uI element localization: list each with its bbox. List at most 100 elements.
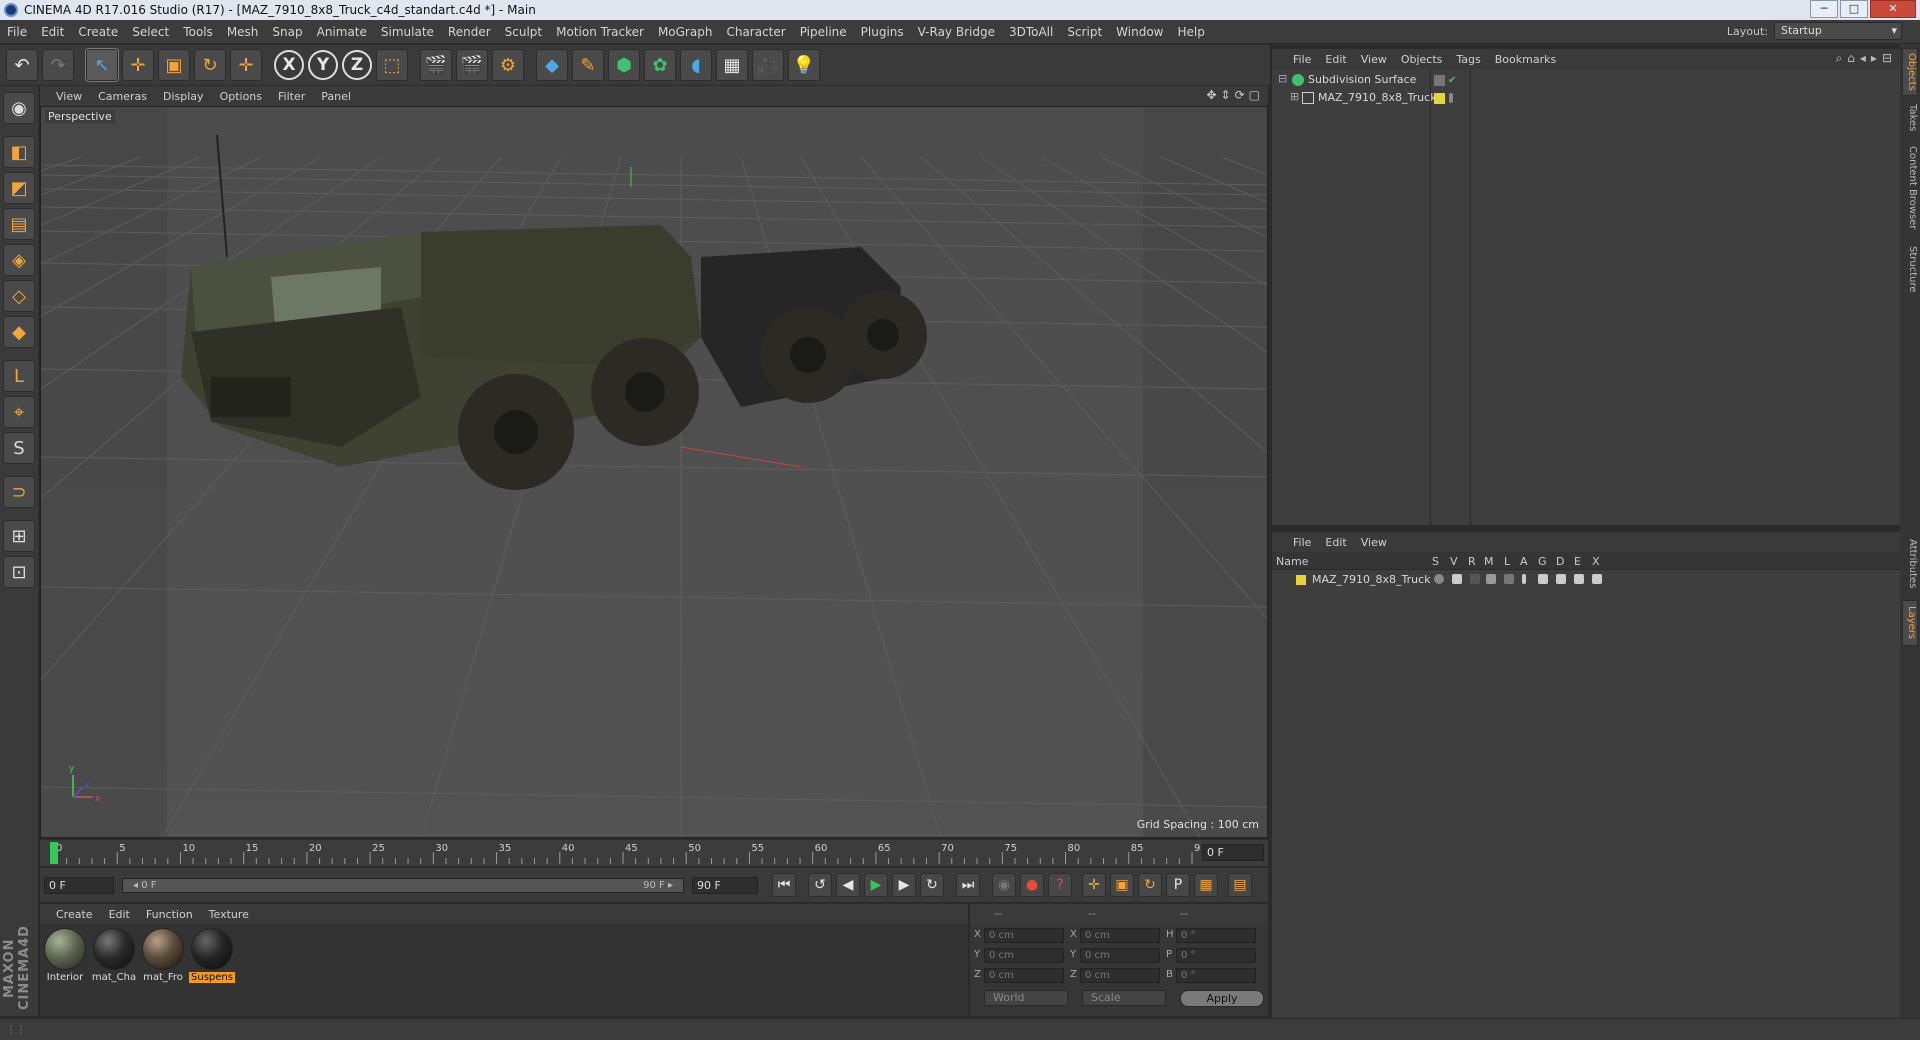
planar-workplane-icon[interactable]: ⊡ xyxy=(3,556,35,588)
floor-icon[interactable]: ▦ xyxy=(716,49,748,81)
column-xref[interactable]: X xyxy=(1592,555,1600,568)
key-scale-icon[interactable]: ▣ xyxy=(1110,873,1134,897)
redo-icon[interactable]: ↷ xyxy=(42,49,74,81)
new-view-icon[interactable]: ⊟ xyxy=(1882,51,1892,66)
start-frame-field[interactable]: 0 F xyxy=(44,876,114,894)
close-button[interactable]: ✕ xyxy=(1870,0,1916,18)
texture-mode-icon[interactable]: ◩ xyxy=(3,172,35,204)
pen-spline-icon[interactable]: ✎ xyxy=(572,49,604,81)
search-icon[interactable]: ⌕ xyxy=(1836,51,1843,66)
size-y-field[interactable]: 0 cm xyxy=(1080,948,1160,963)
menu-select[interactable]: Select xyxy=(125,25,176,39)
objects-menu-tags[interactable]: Tags xyxy=(1449,53,1487,66)
layer-row[interactable]: MAZ_7910_8x8_Truck xyxy=(1272,572,1900,588)
expression-icon[interactable] xyxy=(1574,574,1584,584)
lock-workplane-icon[interactable]: ⊞ xyxy=(3,520,35,552)
visibility-dots-icon[interactable] xyxy=(1449,93,1453,103)
material-swatch[interactable]: Suspens xyxy=(189,928,235,988)
column-locked[interactable]: L xyxy=(1504,555,1510,568)
undo-icon[interactable]: ↶ xyxy=(6,49,38,81)
menu-character[interactable]: Character xyxy=(719,25,792,39)
snap-icon[interactable]: ⊃ xyxy=(3,476,35,508)
menu-plugins[interactable]: Plugins xyxy=(854,25,911,39)
next-frame-icon[interactable]: ▶ xyxy=(892,873,916,897)
menu-pipeline[interactable]: Pipeline xyxy=(793,25,854,39)
menu-mograph[interactable]: MoGraph xyxy=(651,25,720,39)
light-icon[interactable]: 💡 xyxy=(788,49,820,81)
edges-mode-icon[interactable]: ◇ xyxy=(3,280,35,312)
end-frame-field[interactable]: 90 F xyxy=(692,876,758,894)
minimize-button[interactable]: ─ xyxy=(1810,0,1838,18)
render-to-picture-viewer-icon[interactable]: 🎬 xyxy=(456,49,488,81)
tab-attributes[interactable]: Attributes xyxy=(1902,534,1918,594)
position-y-field[interactable]: 0 cm xyxy=(984,948,1064,963)
home-icon[interactable]: ⌂ xyxy=(1847,51,1855,66)
render-settings-icon[interactable]: ⚙ xyxy=(492,49,524,81)
render-view-icon[interactable]: 🎬 xyxy=(420,49,452,81)
key-parameter-icon[interactable]: P xyxy=(1166,873,1190,897)
column-render[interactable]: R xyxy=(1468,555,1476,568)
column-view[interactable]: V xyxy=(1450,555,1458,568)
object-row-subdivision-surface[interactable]: ⊟ Subdivision Surface ✔ xyxy=(1272,71,1900,89)
xref-icon[interactable] xyxy=(1592,574,1602,584)
column-name[interactable]: Name xyxy=(1276,555,1308,568)
next-key-icon[interactable]: ↻ xyxy=(920,873,944,897)
tweak-mode-icon[interactable]: ⌖ xyxy=(3,396,35,428)
viewport-menu-cameras[interactable]: Cameras xyxy=(90,90,155,103)
menu-sculpt[interactable]: Sculpt xyxy=(498,25,549,39)
layers-menu-file[interactable]: File xyxy=(1286,536,1318,549)
maximize-button[interactable]: □ xyxy=(1840,0,1868,18)
viewport-menu-filter[interactable]: Filter xyxy=(270,90,313,103)
axis-mode-icon[interactable]: L xyxy=(3,360,35,392)
camera-icon[interactable]: 🎥 xyxy=(752,49,784,81)
layer-color-swatch[interactable] xyxy=(1296,575,1306,585)
tab-takes[interactable]: Takes xyxy=(1902,102,1918,134)
viewport-move-icon[interactable]: ✥ xyxy=(1206,88,1216,102)
menu-edit[interactable]: Edit xyxy=(34,25,71,39)
menu-simulate[interactable]: Simulate xyxy=(374,25,441,39)
expand-icon[interactable]: ⊞ xyxy=(1290,90,1299,103)
collapse-icon[interactable]: ⊟ xyxy=(1278,72,1287,85)
solo-icon[interactable]: S xyxy=(3,432,35,464)
viewport-menu-display[interactable]: Display xyxy=(155,90,212,103)
recent-tool-icon[interactable]: ✛ xyxy=(230,49,262,81)
animation-icon[interactable] xyxy=(1522,574,1526,584)
auto-keying-icon[interactable]: ● xyxy=(1020,873,1044,897)
rotate-icon[interactable]: ↻ xyxy=(194,49,226,81)
editor-visibility-icon[interactable] xyxy=(1434,75,1445,86)
column-generators[interactable]: G xyxy=(1538,555,1547,568)
menu-script[interactable]: Script xyxy=(1060,25,1109,39)
menu-motion-tracker[interactable]: Motion Tracker xyxy=(549,25,651,39)
viewport-camera-label[interactable]: Perspective xyxy=(45,110,115,123)
layer-color-icon[interactable] xyxy=(1434,93,1445,104)
rotation-h-field[interactable]: 0 ° xyxy=(1176,928,1256,943)
column-expressions[interactable]: E xyxy=(1574,555,1581,568)
manager-icon[interactable] xyxy=(1486,574,1496,584)
menu-vray-bridge[interactable]: V-Ray Bridge xyxy=(911,25,1002,39)
viewport-toggle-icon[interactable]: ▢ xyxy=(1249,88,1260,102)
viewport-rotate-icon[interactable]: ⟳ xyxy=(1235,88,1245,102)
menu-help[interactable]: Help xyxy=(1170,25,1211,39)
menu-3dtoall[interactable]: 3DToAll xyxy=(1002,25,1060,39)
menu-window[interactable]: Window xyxy=(1109,25,1170,39)
apply-button[interactable]: Apply xyxy=(1180,990,1264,1007)
previous-key-icon[interactable]: ↺ xyxy=(808,873,832,897)
viewport-menu-panel[interactable]: Panel xyxy=(313,90,359,103)
menu-mesh[interactable]: Mesh xyxy=(220,25,266,39)
tab-content-browser[interactable]: Content Browser xyxy=(1902,142,1918,234)
column-deformers[interactable]: D xyxy=(1556,555,1564,568)
size-mode-select[interactable]: Scale xyxy=(1082,990,1166,1006)
objects-menu-edit[interactable]: Edit xyxy=(1318,53,1353,66)
deformer-icon[interactable] xyxy=(1556,574,1566,584)
material-swatch[interactable]: mat_Fro xyxy=(140,928,186,988)
model-mode-icon[interactable]: ◧ xyxy=(3,136,35,168)
layers-menu-view[interactable]: View xyxy=(1354,536,1394,549)
menu-animate[interactable]: Animate xyxy=(310,25,374,39)
current-frame-field[interactable]: 0 F xyxy=(1202,844,1264,861)
menu-snap[interactable]: Snap xyxy=(265,25,309,39)
coordinate-mode-select[interactable]: World xyxy=(984,990,1068,1006)
material-menu-edit[interactable]: Edit xyxy=(101,908,138,921)
position-x-field[interactable]: 0 cm xyxy=(984,928,1064,943)
solo-dot-icon[interactable] xyxy=(1434,574,1444,584)
make-editable-icon[interactable]: ◉ xyxy=(3,92,35,124)
